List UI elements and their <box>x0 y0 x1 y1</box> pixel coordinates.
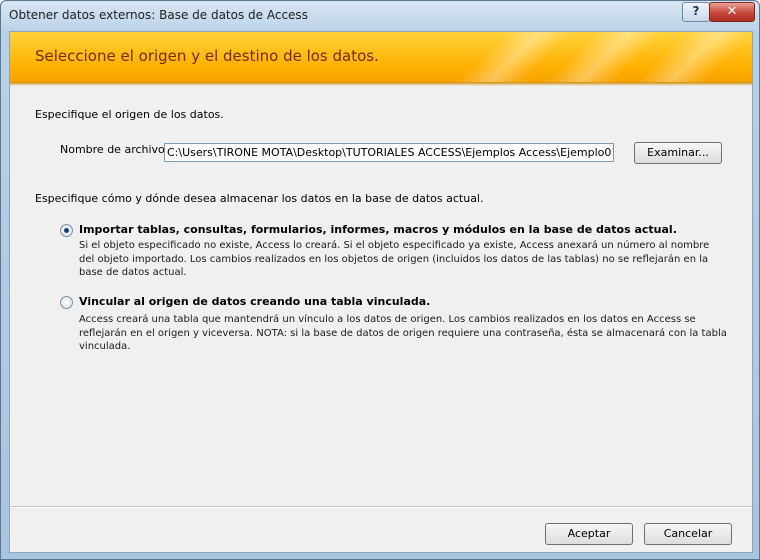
import-option-description: Si el objeto especificado no existe, Acc… <box>79 240 710 278</box>
source-instruction: Especifique el origen de los datos. <box>35 108 224 121</box>
help-button[interactable]: ? <box>682 2 710 22</box>
banner-decoration <box>570 32 752 82</box>
footer-separator <box>10 506 752 508</box>
banner-title: Seleccione el origen y el destino de los… <box>35 47 379 65</box>
cancel-button[interactable]: Cancelar <box>644 523 732 545</box>
ok-button[interactable]: Aceptar <box>545 523 633 545</box>
header-banner: Seleccione el origen y el destino de los… <box>10 32 752 82</box>
storage-instruction: Especifique cómo y dónde desea almacenar… <box>35 192 484 205</box>
link-option-description: Access creará una tabla que mantendrá un… <box>79 314 727 352</box>
window-title: Obtener datos externos: Base de datos de… <box>9 8 308 22</box>
import-option-title[interactable]: Importar tablas, consultas, formularios,… <box>79 223 677 236</box>
radio-selected-dot <box>64 228 69 233</box>
link-radio[interactable] <box>60 296 73 309</box>
import-dialog-window: Obtener datos externos: Base de datos de… <box>0 0 760 560</box>
title-bar[interactable]: Obtener datos externos: Base de datos de… <box>1 1 759 31</box>
file-name-input[interactable]: C:\Users\TIRONE MOTA\Desktop\TUTORIALES … <box>164 143 614 162</box>
close-button[interactable]: ✕ <box>709 2 755 22</box>
link-option-title[interactable]: Vincular al origen de datos creando una … <box>79 295 430 308</box>
browse-button[interactable]: Examinar... <box>634 142 722 164</box>
banner-divider <box>10 82 752 86</box>
file-name-label: Nombre de archivo: <box>60 143 169 156</box>
import-radio[interactable] <box>60 224 73 237</box>
dialog-body: Seleccione el origen y el destino de los… <box>9 31 753 553</box>
